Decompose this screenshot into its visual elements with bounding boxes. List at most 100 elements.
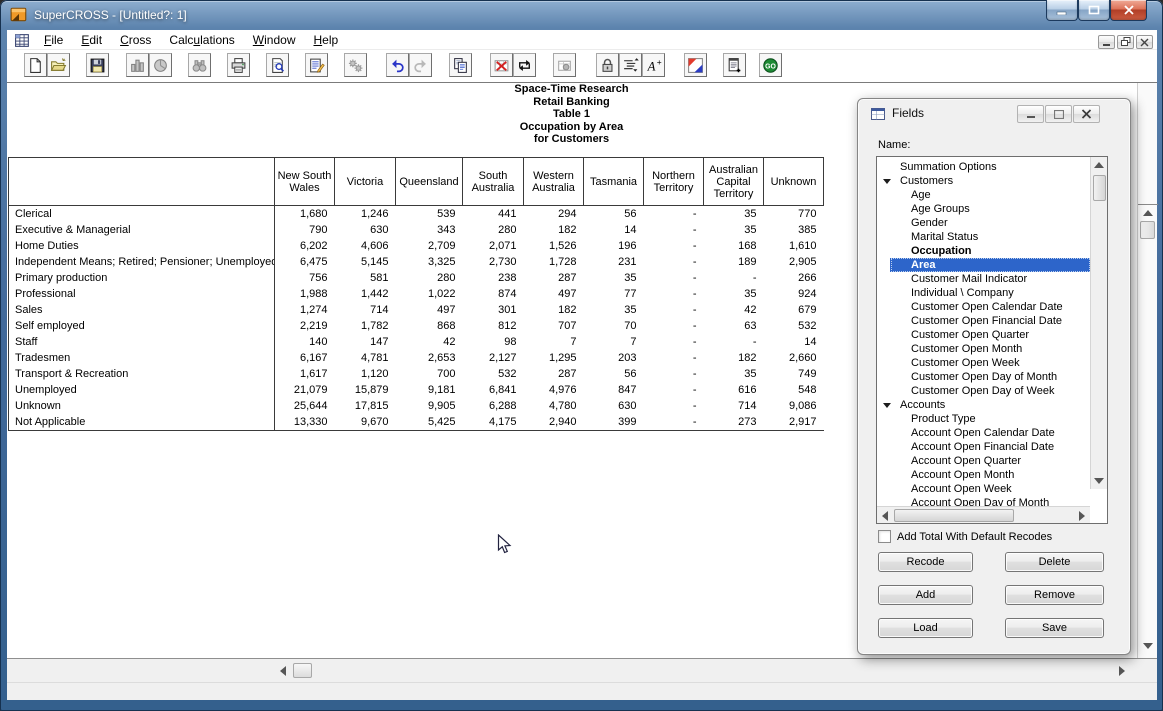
- row-label-clerical[interactable]: Clerical: [9, 206, 275, 223]
- data-cell[interactable]: 147: [335, 334, 396, 350]
- column-header-queensland[interactable]: Queensland: [396, 158, 463, 206]
- save-button[interactable]: Save: [1005, 618, 1104, 638]
- list-scroll-up-arrow[interactable]: [1094, 162, 1104, 168]
- row-label-sales[interactable]: Sales: [9, 302, 275, 318]
- data-cell[interactable]: -: [644, 350, 704, 366]
- column-header-northern-territory[interactable]: Northern Territory: [644, 158, 704, 206]
- data-cell[interactable]: 1,610: [764, 238, 824, 254]
- thematic-map-button[interactable]: [684, 53, 707, 77]
- data-cell[interactable]: -: [644, 398, 704, 414]
- minimize-button[interactable]: [1046, 0, 1078, 21]
- data-cell[interactable]: 7: [524, 334, 584, 350]
- column-header-victoria[interactable]: Victoria: [335, 158, 396, 206]
- load-button[interactable]: Load: [878, 618, 973, 638]
- data-cell[interactable]: 196: [584, 238, 644, 254]
- data-cell[interactable]: 616: [704, 382, 764, 398]
- data-cell[interactable]: 203: [584, 350, 644, 366]
- field-item-area[interactable]: Area: [878, 258, 1091, 272]
- field-item-gender[interactable]: Gender: [878, 216, 1091, 230]
- menu-window[interactable]: Window: [244, 30, 305, 50]
- data-cell[interactable]: 6,202: [275, 238, 335, 254]
- print-preview-button[interactable]: [266, 53, 289, 77]
- data-cell[interactable]: 532: [764, 318, 824, 334]
- row-label-unknown[interactable]: Unknown: [9, 398, 275, 414]
- menu-file[interactable]: File: [35, 30, 72, 50]
- data-cell[interactable]: 770: [764, 206, 824, 223]
- data-cell[interactable]: 2,917: [764, 414, 824, 431]
- delete-button[interactable]: Delete: [1005, 552, 1104, 572]
- data-cell[interactable]: 441: [463, 206, 524, 223]
- data-cell[interactable]: 287: [524, 270, 584, 286]
- menu-cross[interactable]: Cross: [111, 30, 160, 50]
- list-scroll-right-arrow[interactable]: [1079, 511, 1085, 521]
- data-cell[interactable]: -: [644, 286, 704, 302]
- field-item-marital-status[interactable]: Marital Status: [878, 230, 1091, 244]
- data-cell[interactable]: 42: [396, 334, 463, 350]
- data-cell[interactable]: 35: [584, 270, 644, 286]
- data-cell[interactable]: -: [644, 238, 704, 254]
- data-cell[interactable]: -: [644, 366, 704, 382]
- data-cell[interactable]: 532: [463, 366, 524, 382]
- data-cell[interactable]: 2,071: [463, 238, 524, 254]
- data-cell[interactable]: 399: [584, 414, 644, 431]
- data-cell[interactable]: 1,617: [275, 366, 335, 382]
- row-label-independent-means-retired-pensioner-unemployed[interactable]: Independent Means; Retired; Pensioner; U…: [9, 254, 275, 270]
- field-item-customer-open-week[interactable]: Customer Open Week: [878, 356, 1091, 370]
- column-header-tasmania[interactable]: Tasmania: [584, 158, 644, 206]
- data-cell[interactable]: 35: [704, 366, 764, 382]
- data-cell[interactable]: 182: [524, 222, 584, 238]
- data-cell[interactable]: 2,730: [463, 254, 524, 270]
- data-cell[interactable]: 280: [396, 270, 463, 286]
- data-cell[interactable]: 35: [584, 302, 644, 318]
- field-item-customer-open-calendar-date[interactable]: Customer Open Calendar Date: [878, 300, 1091, 314]
- collapse-arrow-icon[interactable]: [883, 179, 891, 184]
- data-cell[interactable]: 189: [704, 254, 764, 270]
- data-cell[interactable]: 1,526: [524, 238, 584, 254]
- clear-table-button[interactable]: [490, 53, 513, 77]
- data-cell[interactable]: 168: [704, 238, 764, 254]
- horizontal-scrollbar[interactable]: [7, 658, 1157, 682]
- menu-calculations[interactable]: Calculations: [160, 30, 243, 50]
- data-cell[interactable]: 7: [584, 334, 644, 350]
- field-item-customer-open-month[interactable]: Customer Open Month: [878, 342, 1091, 356]
- data-cell[interactable]: 294: [524, 206, 584, 223]
- data-cell[interactable]: 17,815: [335, 398, 396, 414]
- data-cell[interactable]: 2,653: [396, 350, 463, 366]
- remove-button[interactable]: Remove: [1005, 585, 1104, 605]
- recode-button[interactable]: Recode: [878, 552, 973, 572]
- scroll-right-arrow[interactable]: [1119, 666, 1125, 676]
- data-cell[interactable]: 790: [275, 222, 335, 238]
- data-cell[interactable]: 1,022: [396, 286, 463, 302]
- field-item-account-open-quarter[interactable]: Account Open Quarter: [878, 454, 1091, 468]
- data-cell[interactable]: 1,728: [524, 254, 584, 270]
- list-vertical-thumb[interactable]: [1093, 175, 1106, 201]
- data-cell[interactable]: 182: [524, 302, 584, 318]
- field-item-customer-mail-indicator[interactable]: Customer Mail Indicator: [878, 272, 1091, 286]
- row-label-transport-recreation[interactable]: Transport & Recreation: [9, 366, 275, 382]
- data-cell[interactable]: 700: [396, 366, 463, 382]
- field-item-account-open-week[interactable]: Account Open Week: [878, 482, 1091, 496]
- data-cell[interactable]: 1,295: [524, 350, 584, 366]
- mdi-minimize-button[interactable]: [1098, 35, 1115, 49]
- data-cell[interactable]: 6,167: [275, 350, 335, 366]
- data-cell[interactable]: 56: [584, 206, 644, 223]
- row-label-home-duties[interactable]: Home Duties: [9, 238, 275, 254]
- data-cell[interactable]: 1,274: [275, 302, 335, 318]
- data-cell[interactable]: 679: [764, 302, 824, 318]
- edit-form-button[interactable]: [305, 53, 328, 77]
- data-cell[interactable]: 343: [396, 222, 463, 238]
- data-cell[interactable]: 9,181: [396, 382, 463, 398]
- data-cell[interactable]: 15,879: [335, 382, 396, 398]
- data-cell[interactable]: 98: [463, 334, 524, 350]
- list-horizontal-thumb[interactable]: [894, 509, 1014, 522]
- row-label-executive-managerial[interactable]: Executive & Managerial: [9, 222, 275, 238]
- field-item-accounts[interactable]: Accounts: [878, 398, 1091, 412]
- data-cell[interactable]: 2,709: [396, 238, 463, 254]
- field-item-customer-open-day-of-week[interactable]: Customer Open Day of Week: [878, 384, 1091, 398]
- data-cell[interactable]: 847: [584, 382, 644, 398]
- data-cell[interactable]: 868: [396, 318, 463, 334]
- data-cell[interactable]: 6,288: [463, 398, 524, 414]
- data-cell[interactable]: 385: [764, 222, 824, 238]
- column-header-western-australia[interactable]: Western Australia: [524, 158, 584, 206]
- row-label-not-applicable[interactable]: Not Applicable: [9, 414, 275, 431]
